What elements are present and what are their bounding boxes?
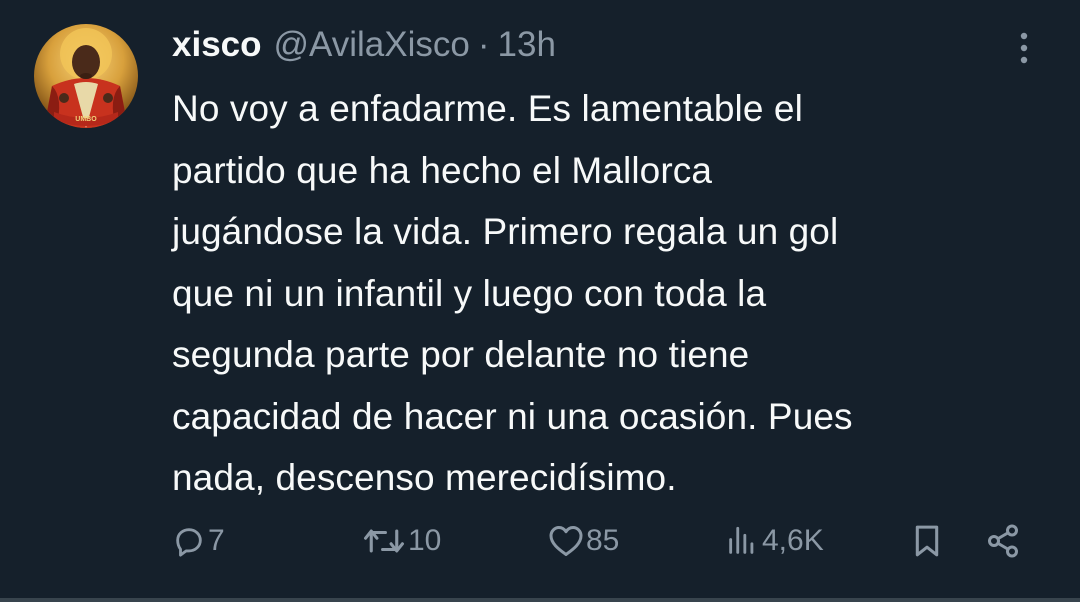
reply-count: 7 — [208, 524, 225, 557]
views-count: 4,6K — [762, 524, 824, 557]
display-name[interactable]: xisco — [172, 25, 262, 65]
reply-icon — [176, 528, 202, 557]
like-button[interactable]: 85 — [548, 514, 619, 568]
repost-icon — [364, 529, 404, 553]
share-icon — [988, 524, 1018, 558]
share-button[interactable] — [984, 514, 1022, 568]
views-button[interactable]: 4,6K — [724, 514, 824, 568]
reply-button[interactable]: 7 — [172, 514, 225, 568]
views-icon — [729, 526, 754, 554]
timestamp[interactable]: 13h — [498, 25, 556, 65]
heart-icon — [549, 526, 583, 556]
like-count: 85 — [586, 524, 620, 557]
repost-button[interactable]: 10 — [362, 514, 441, 568]
tweet-header: xisco @AvilaXisco · 13h — [172, 18, 556, 72]
repost-count: 10 — [408, 524, 442, 557]
user-handle[interactable]: @AvilaXisco — [274, 25, 470, 65]
avatar[interactable]: UMBO — [34, 24, 138, 128]
avatar-image: UMBO — [34, 24, 138, 128]
action-bar: 7 10 85 4,6K — [172, 514, 1032, 568]
avatar-caption: UMBO — [75, 116, 97, 123]
more-vertical-icon — [1020, 32, 1028, 64]
bookmark-button[interactable] — [910, 514, 944, 568]
separator: · — [477, 25, 490, 64]
more-options-button[interactable] — [1004, 28, 1044, 68]
tweet-text: No voy a enfadarme. Es lamentable el par… — [172, 88, 853, 498]
divider — [0, 598, 1080, 602]
tweet[interactable]: UMBO xisco @AvilaXisco · 13h No voy a en… — [0, 0, 1080, 602]
bookmark-icon — [915, 525, 939, 557]
